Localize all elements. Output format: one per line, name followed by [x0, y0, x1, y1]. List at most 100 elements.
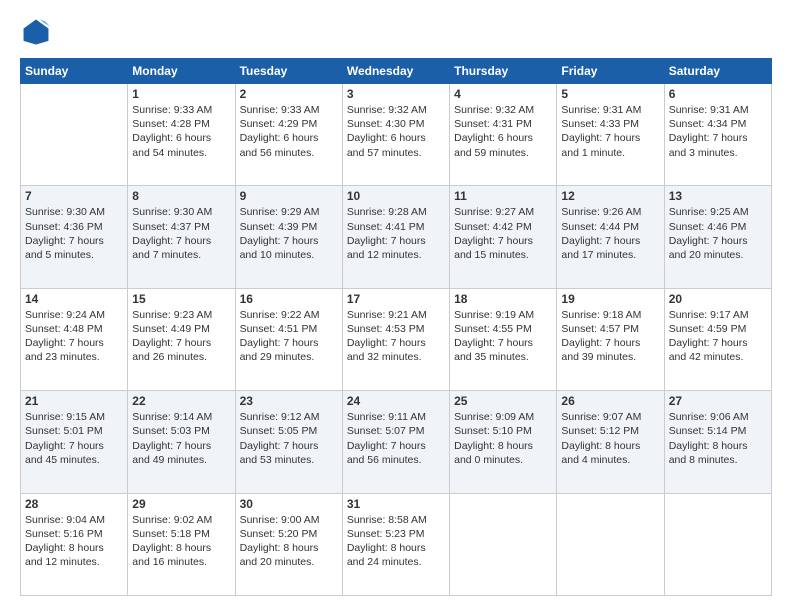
day-number: 31 [347, 497, 445, 511]
day-number: 8 [132, 189, 230, 203]
day-info: Sunrise: 8:58 AM Sunset: 5:23 PM Dayligh… [347, 513, 445, 570]
sunset-label: Sunset: 4:30 PM [347, 118, 425, 130]
calendar-header-row: SundayMondayTuesdayWednesdayThursdayFrid… [21, 59, 772, 84]
weekday-header: Monday [128, 59, 235, 84]
day-info: Sunrise: 9:21 AM Sunset: 4:53 PM Dayligh… [347, 308, 445, 365]
day-info: Sunrise: 9:04 AM Sunset: 5:16 PM Dayligh… [25, 513, 123, 570]
day-number: 26 [561, 394, 659, 408]
daylight-label: Daylight: 7 hours and 15 minutes. [454, 235, 533, 261]
calendar-table: SundayMondayTuesdayWednesdayThursdayFrid… [20, 58, 772, 596]
sunset-label: Sunset: 4:39 PM [240, 221, 318, 233]
day-number: 19 [561, 292, 659, 306]
sunrise-label: Sunrise: 9:21 AM [347, 309, 427, 321]
daylight-label: Daylight: 7 hours and 5 minutes. [25, 235, 104, 261]
daylight-label: Daylight: 8 hours and 8 minutes. [669, 440, 748, 466]
day-number: 10 [347, 189, 445, 203]
sunrise-label: Sunrise: 9:14 AM [132, 411, 212, 423]
day-info: Sunrise: 9:17 AM Sunset: 4:59 PM Dayligh… [669, 308, 767, 365]
day-info: Sunrise: 9:06 AM Sunset: 5:14 PM Dayligh… [669, 410, 767, 467]
calendar-cell: 14 Sunrise: 9:24 AM Sunset: 4:48 PM Dayl… [21, 288, 128, 390]
day-number: 1 [132, 87, 230, 101]
page: SundayMondayTuesdayWednesdayThursdayFrid… [0, 0, 792, 612]
day-info: Sunrise: 9:11 AM Sunset: 5:07 PM Dayligh… [347, 410, 445, 467]
sunset-label: Sunset: 5:01 PM [25, 425, 103, 437]
calendar-week-row: 28 Sunrise: 9:04 AM Sunset: 5:16 PM Dayl… [21, 493, 772, 595]
daylight-label: Daylight: 8 hours and 12 minutes. [25, 542, 104, 568]
day-info: Sunrise: 9:26 AM Sunset: 4:44 PM Dayligh… [561, 205, 659, 262]
calendar-cell: 27 Sunrise: 9:06 AM Sunset: 5:14 PM Dayl… [664, 391, 771, 493]
sunrise-label: Sunrise: 9:15 AM [25, 411, 105, 423]
day-number: 12 [561, 189, 659, 203]
daylight-label: Daylight: 7 hours and 23 minutes. [25, 337, 104, 363]
calendar-cell [450, 493, 557, 595]
calendar-cell: 26 Sunrise: 9:07 AM Sunset: 5:12 PM Dayl… [557, 391, 664, 493]
day-number: 11 [454, 189, 552, 203]
daylight-label: Daylight: 7 hours and 45 minutes. [25, 440, 104, 466]
logo [20, 16, 56, 48]
day-number: 25 [454, 394, 552, 408]
weekday-header: Friday [557, 59, 664, 84]
daylight-label: Daylight: 6 hours and 57 minutes. [347, 132, 426, 158]
calendar-cell [21, 84, 128, 186]
daylight-label: Daylight: 7 hours and 20 minutes. [669, 235, 748, 261]
daylight-label: Daylight: 7 hours and 42 minutes. [669, 337, 748, 363]
logo-icon [20, 16, 52, 48]
day-number: 9 [240, 189, 338, 203]
daylight-label: Daylight: 7 hours and 7 minutes. [132, 235, 211, 261]
calendar-cell: 23 Sunrise: 9:12 AM Sunset: 5:05 PM Dayl… [235, 391, 342, 493]
day-number: 16 [240, 292, 338, 306]
day-number: 15 [132, 292, 230, 306]
day-info: Sunrise: 9:15 AM Sunset: 5:01 PM Dayligh… [25, 410, 123, 467]
calendar-cell: 30 Sunrise: 9:00 AM Sunset: 5:20 PM Dayl… [235, 493, 342, 595]
day-number: 22 [132, 394, 230, 408]
sunset-label: Sunset: 4:34 PM [669, 118, 747, 130]
sunset-label: Sunset: 4:46 PM [669, 221, 747, 233]
day-number: 23 [240, 394, 338, 408]
day-info: Sunrise: 9:14 AM Sunset: 5:03 PM Dayligh… [132, 410, 230, 467]
sunrise-label: Sunrise: 9:24 AM [25, 309, 105, 321]
day-info: Sunrise: 9:19 AM Sunset: 4:55 PM Dayligh… [454, 308, 552, 365]
sunset-label: Sunset: 4:33 PM [561, 118, 639, 130]
daylight-label: Daylight: 7 hours and 29 minutes. [240, 337, 319, 363]
day-info: Sunrise: 9:27 AM Sunset: 4:42 PM Dayligh… [454, 205, 552, 262]
calendar-week-row: 7 Sunrise: 9:30 AM Sunset: 4:36 PM Dayli… [21, 186, 772, 288]
header [20, 16, 772, 48]
daylight-label: Daylight: 8 hours and 16 minutes. [132, 542, 211, 568]
daylight-label: Daylight: 7 hours and 3 minutes. [669, 132, 748, 158]
sunrise-label: Sunrise: 9:32 AM [454, 104, 534, 116]
sunset-label: Sunset: 4:37 PM [132, 221, 210, 233]
sunset-label: Sunset: 5:14 PM [669, 425, 747, 437]
calendar-cell: 17 Sunrise: 9:21 AM Sunset: 4:53 PM Dayl… [342, 288, 449, 390]
calendar-cell: 25 Sunrise: 9:09 AM Sunset: 5:10 PM Dayl… [450, 391, 557, 493]
day-info: Sunrise: 9:32 AM Sunset: 4:31 PM Dayligh… [454, 103, 552, 160]
sunrise-label: Sunrise: 9:19 AM [454, 309, 534, 321]
sunset-label: Sunset: 5:03 PM [132, 425, 210, 437]
day-number: 5 [561, 87, 659, 101]
sunset-label: Sunset: 5:07 PM [347, 425, 425, 437]
day-info: Sunrise: 9:30 AM Sunset: 4:37 PM Dayligh… [132, 205, 230, 262]
day-number: 27 [669, 394, 767, 408]
sunrise-label: Sunrise: 9:31 AM [669, 104, 749, 116]
day-number: 7 [25, 189, 123, 203]
daylight-label: Daylight: 7 hours and 32 minutes. [347, 337, 426, 363]
sunset-label: Sunset: 4:53 PM [347, 323, 425, 335]
sunrise-label: Sunrise: 9:06 AM [669, 411, 749, 423]
sunrise-label: Sunrise: 9:30 AM [132, 206, 212, 218]
day-info: Sunrise: 9:31 AM Sunset: 4:34 PM Dayligh… [669, 103, 767, 160]
sunset-label: Sunset: 5:16 PM [25, 528, 103, 540]
sunrise-label: Sunrise: 9:11 AM [347, 411, 426, 423]
day-info: Sunrise: 9:33 AM Sunset: 4:29 PM Dayligh… [240, 103, 338, 160]
day-info: Sunrise: 9:07 AM Sunset: 5:12 PM Dayligh… [561, 410, 659, 467]
weekday-header: Wednesday [342, 59, 449, 84]
calendar-cell: 8 Sunrise: 9:30 AM Sunset: 4:37 PM Dayli… [128, 186, 235, 288]
weekday-header: Thursday [450, 59, 557, 84]
day-info: Sunrise: 9:12 AM Sunset: 5:05 PM Dayligh… [240, 410, 338, 467]
day-number: 28 [25, 497, 123, 511]
day-number: 24 [347, 394, 445, 408]
daylight-label: Daylight: 7 hours and 10 minutes. [240, 235, 319, 261]
sunrise-label: Sunrise: 9:18 AM [561, 309, 641, 321]
sunrise-label: Sunrise: 9:26 AM [561, 206, 641, 218]
sunset-label: Sunset: 5:05 PM [240, 425, 318, 437]
day-info: Sunrise: 9:29 AM Sunset: 4:39 PM Dayligh… [240, 205, 338, 262]
daylight-label: Daylight: 7 hours and 49 minutes. [132, 440, 211, 466]
